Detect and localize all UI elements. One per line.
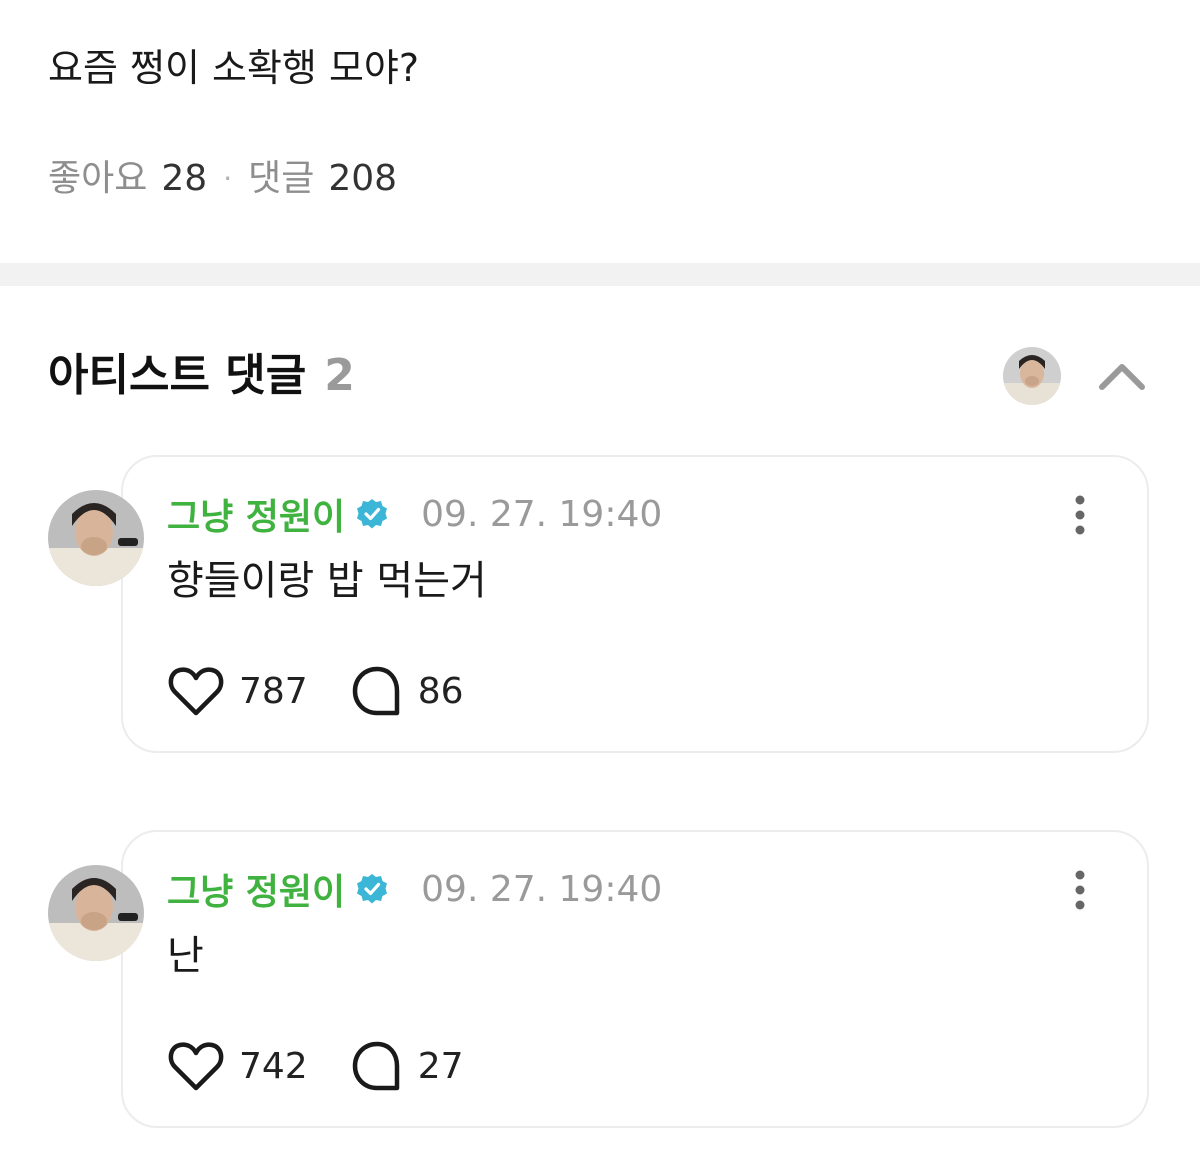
- speech-bubble-icon: [352, 1041, 399, 1091]
- comment-author-avatar[interactable]: [48, 490, 144, 586]
- comment-author-name[interactable]: 그냥 정원이: [167, 863, 345, 915]
- reply-button[interactable]: 27: [350, 1039, 464, 1093]
- reply-count: 86: [417, 670, 464, 712]
- comments-label: 댓글: [248, 158, 315, 199]
- comment-header: 그냥 정원이 09. 27. 19:40: [167, 863, 663, 915]
- avatar-image: [48, 490, 144, 586]
- comment-actions: 787 86: [167, 663, 464, 719]
- like-count: 742: [239, 1045, 308, 1087]
- more-options-button[interactable]: [1064, 865, 1096, 915]
- stat-separator: ·: [223, 162, 233, 195]
- post-detail-page: 요즘 쩡이 소확행 모야? 좋아요 28 · 댓글 208 아티스트 댓글 2: [0, 0, 1200, 1168]
- verified-badge-icon: [355, 497, 389, 531]
- chevron-up-icon: [1099, 364, 1145, 390]
- avatar-image: [1003, 347, 1061, 405]
- comment-author-name[interactable]: 그냥 정원이: [167, 488, 345, 540]
- like-button[interactable]: [167, 663, 225, 719]
- like-button[interactable]: [167, 1038, 225, 1094]
- verified-badge-icon: [355, 872, 389, 906]
- reply-count: 27: [417, 1045, 464, 1087]
- artist-comments-count: 2: [324, 350, 355, 401]
- avatar-image: [48, 865, 144, 961]
- likes-count: 28: [161, 158, 208, 199]
- comment-actions: 742 27: [167, 1038, 464, 1094]
- post-stats: 좋아요 28 · 댓글 208: [48, 156, 397, 202]
- more-options-button[interactable]: [1064, 490, 1096, 540]
- artist-avatar[interactable]: [1003, 347, 1061, 405]
- speech-bubble-icon: [352, 666, 399, 716]
- comment-timestamp: 09. 27. 19:40: [421, 868, 663, 910]
- section-divider: [0, 263, 1200, 286]
- comments-count: 208: [328, 158, 398, 199]
- comment-text: 난: [167, 933, 204, 979]
- likes-label: 좋아요: [48, 158, 148, 199]
- more-vertical-icon: [1075, 495, 1085, 535]
- heart-icon: [168, 1042, 224, 1091]
- post-text: 요즘 쩡이 소확행 모야?: [48, 46, 420, 90]
- comment-author-avatar[interactable]: [48, 865, 144, 961]
- heart-icon: [168, 667, 224, 716]
- more-vertical-icon: [1075, 870, 1085, 910]
- collapse-button[interactable]: [1094, 354, 1150, 398]
- comment-timestamp: 09. 27. 19:40: [421, 493, 663, 535]
- artist-comments-header: 아티스트 댓글 2: [48, 346, 355, 406]
- comment-text: 향들이랑 밥 먹는거: [167, 558, 487, 604]
- artist-comments-title: 아티스트 댓글: [48, 350, 307, 401]
- reply-button[interactable]: 86: [350, 664, 464, 718]
- comment-header: 그냥 정원이 09. 27. 19:40: [167, 488, 663, 540]
- like-count: 787: [239, 670, 308, 712]
